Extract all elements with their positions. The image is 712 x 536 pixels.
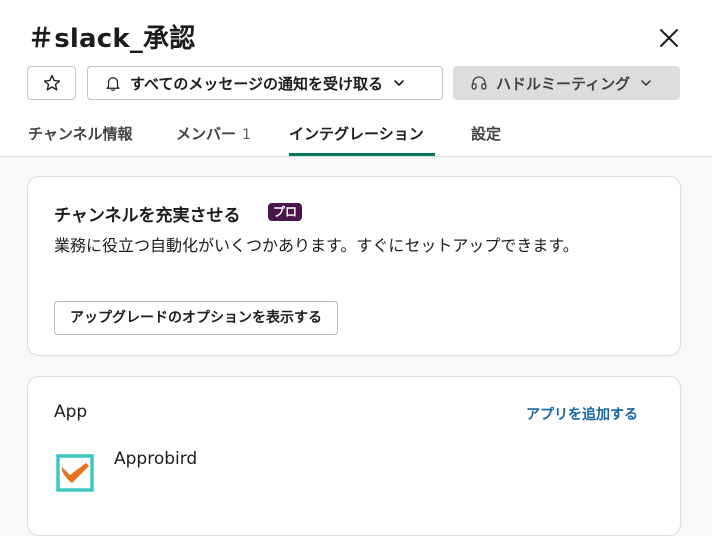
star-channel-button[interactable] [27,66,76,100]
tab-settings[interactable]: 設定 [471,118,501,156]
notification-settings-button[interactable]: すべてのメッセージの通知を受け取る [87,66,443,100]
chevron-down-icon [394,80,404,86]
tab-integrations[interactable]: インテグレーション [289,118,435,156]
enhance-card-description: 業務に役立つ自動化がいくつかあります。すぐにセットアップできます。 [54,236,579,255]
apps-heading: App [54,402,88,422]
close-icon [660,29,678,47]
tab-label: 設定 [471,125,502,143]
tab-label: インテグレーション [289,125,424,143]
notification-settings-label: すべてのメッセージの通知を受け取る [130,74,384,93]
bell-icon [106,77,120,91]
star-icon [43,74,60,91]
approbird-logo-icon [56,454,94,492]
headphones-icon [471,76,487,90]
channel-details-header: ＃slack_承認 すべてのメッセージの通知を受け取る ハドルミーティング チャ… [0,0,712,157]
channel-title: ＃slack_承認 [28,24,196,54]
tab-label: チャンネル情報 [28,125,133,143]
tab-channel-info[interactable]: チャンネル情報 [28,118,133,156]
tab-label: メンバー [176,125,237,143]
huddle-button[interactable]: ハドルミーティング [453,66,680,100]
tab-members[interactable]: メンバー 1 [176,118,251,156]
app-list-item[interactable]: Approbird [54,447,654,497]
app-name: Approbird [114,449,198,469]
chevron-down-icon [641,80,651,86]
huddle-label: ハドルミーティング [496,74,631,93]
enhance-card-title: チャンネルを充実させる [54,206,241,226]
pro-badge: プロ [268,203,303,221]
tab-bar: チャンネル情報 メンバー 1 インテグレーション 設定 [0,118,712,156]
enhance-channel-card: チャンネルを充実させる プロ 業務に役立つ自動化がいくつかあります。すぐにセット… [27,176,681,356]
add-app-link[interactable]: アプリを追加する [526,404,638,424]
close-button[interactable] [655,24,683,52]
view-upgrade-options-button[interactable]: アップグレードのオプションを表示する [54,301,338,335]
member-count: 1 [242,127,251,143]
apps-card: App アプリを追加する Approbird [27,376,681,536]
